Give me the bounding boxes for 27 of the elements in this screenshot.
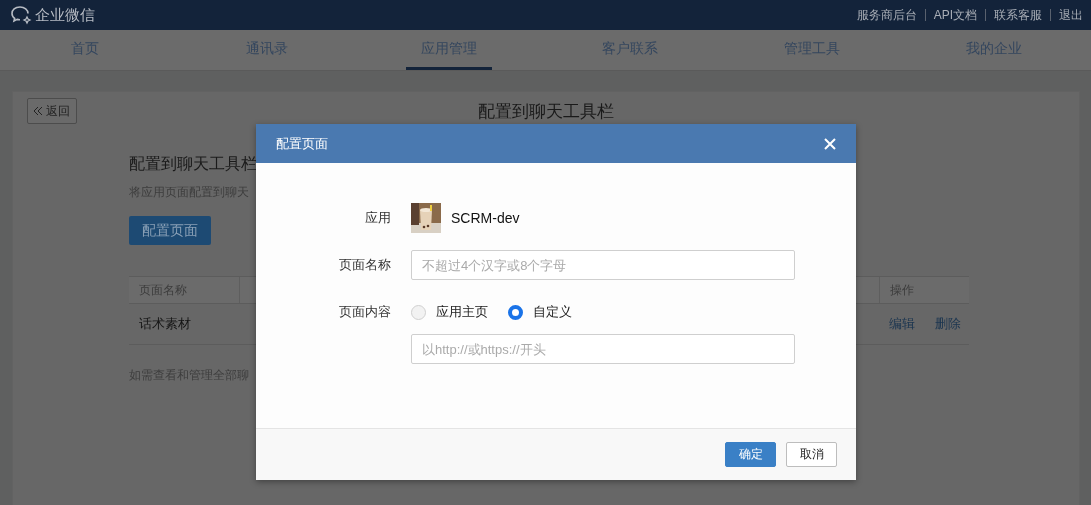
top-link[interactable]: 退出 [1051,6,1091,24]
page-name-field[interactable]: 不超过4个汉字或8个字母 [411,250,795,280]
chat-bubble-icon [10,5,32,25]
configure-page-button[interactable]: 配置页面 [129,216,211,245]
back-button[interactable]: 返回 [27,98,77,124]
radio-option[interactable]: 自定义 [508,303,572,321]
top-link[interactable]: API文档 [925,6,985,24]
radio-button[interactable] [508,304,523,320]
url-field[interactable]: 以http://或https://开头 [411,334,795,364]
table-cell-text: 话术素材 [138,315,192,333]
cancel-button[interactable]: 取消 [786,442,837,467]
app-name: SCRM-dev [451,210,520,226]
field-label: 页面内容 [338,303,392,321]
double-chevron-icon [34,107,43,115]
field-label: 应用 [364,209,392,227]
top-link[interactable]: 服务商后台 [848,6,925,24]
page-title: 配置到聊天工具栏 [477,100,615,123]
logo-text: 企业微信 [35,5,95,25]
field-label: 页面名称 [338,256,392,274]
dialog-title: 配置页面 [276,134,328,153]
top-link[interactable]: 联系客服 [986,6,1050,24]
action-link[interactable]: 删除 [935,315,961,333]
confirm-button[interactable]: 确定 [725,442,776,467]
close-icon[interactable] [824,137,836,150]
section-title: 配置到聊天工具栏 [129,154,258,174]
radio-option[interactable]: 应用主页 [411,303,488,321]
action-link[interactable]: 编辑 [889,315,915,333]
